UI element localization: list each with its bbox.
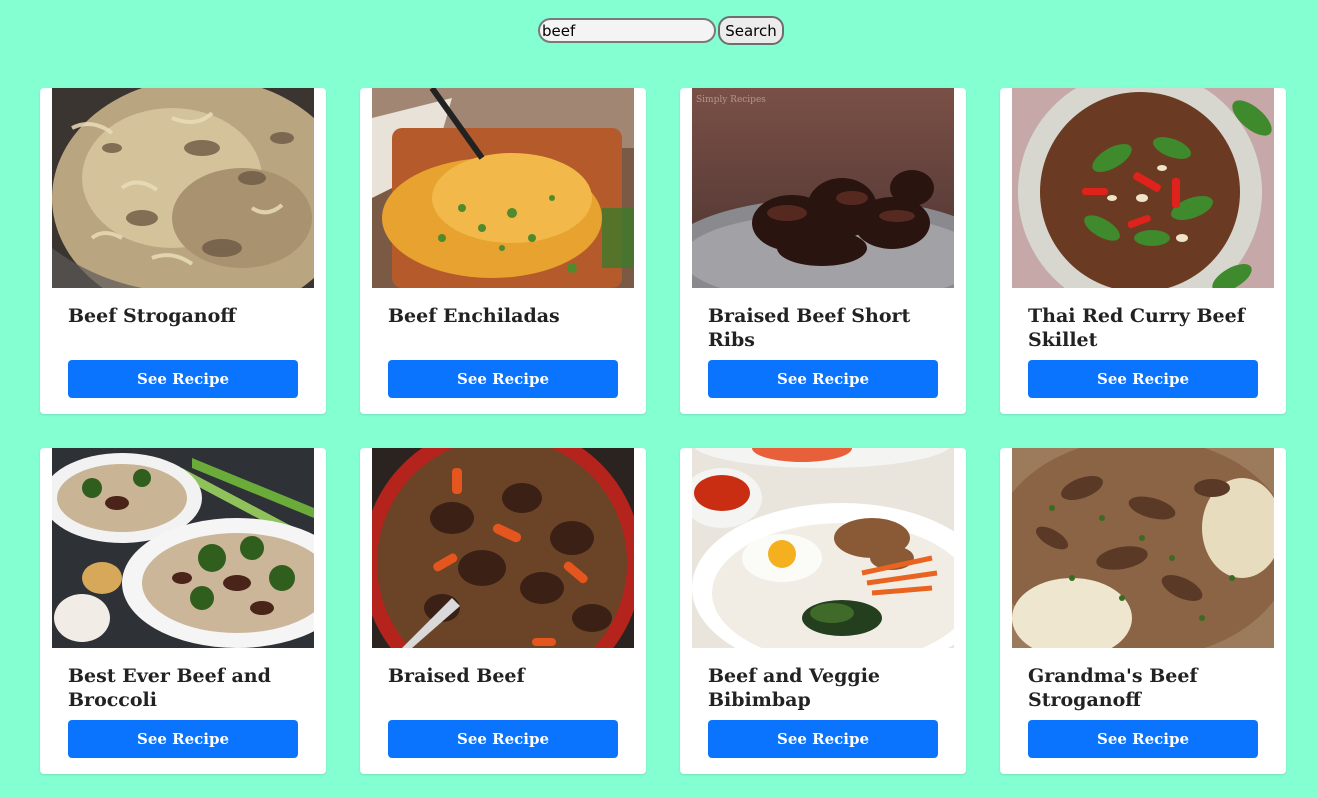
recipe-image-thai-red-curry-beef-skillet[interactable] [1012,88,1274,288]
image-watermark: Simply Recipes [696,95,766,105]
see-recipe-button[interactable]: See Recipe [68,360,298,398]
see-recipe-button[interactable]: See Recipe [388,360,618,398]
recipe-image [372,88,634,288]
recipe-title: Thai Red Curry Beef Skillet [1028,305,1245,351]
recipe-image-best-ever-beef-and-broccoli[interactable] [52,448,314,648]
recipe-card: Braised Beef See Recipe [360,448,646,774]
see-recipe-button[interactable]: See Recipe [708,720,938,758]
recipe-title: Beef Enchiladas [388,305,560,327]
recipe-card: Beef Stroganoff See Recipe [40,88,326,414]
search-input[interactable] [538,18,716,43]
see-recipe-button[interactable]: See Recipe [68,720,298,758]
recipe-card: Beef Enchiladas See Recipe [360,88,646,414]
recipe-title: Grandma's Beef Stroganoff [1028,665,1198,711]
recipe-card: Grandma's Beef Stroganoff See Recipe [1000,448,1286,774]
recipe-image-beef-enchiladas[interactable] [372,88,634,288]
recipe-title: Best Ever Beef and Broccoli [68,665,271,711]
search-button[interactable]: Search [718,16,784,45]
see-recipe-button[interactable]: See Recipe [1028,720,1258,758]
recipe-image [52,88,314,288]
recipe-title: Braised Beef [388,665,525,687]
recipe-title: Beef Stroganoff [68,305,236,327]
recipe-image [372,448,634,648]
recipe-title: Beef and Veggie Bibimbap [708,665,881,711]
recipe-card: Best Ever Beef and Broccoli See Recipe [40,448,326,774]
recipe-title: Braised Beef Short Ribs [708,305,911,351]
recipe-image-beef-and-veggie-bibimbap[interactable] [692,448,954,648]
search-bar: Search [538,16,784,45]
see-recipe-button[interactable]: See Recipe [1028,360,1258,398]
recipe-image-braised-beef[interactable] [372,448,634,648]
see-recipe-button[interactable]: See Recipe [388,720,618,758]
recipe-image [52,448,314,648]
recipe-image: Simply Recipes [692,88,954,288]
recipe-card: Beef and Veggie Bibimbap See Recipe [680,448,966,774]
recipe-image [692,448,954,648]
recipe-image-grandmas-beef-stroganoff[interactable] [1012,448,1274,648]
recipe-image [1012,88,1274,288]
recipe-image [1012,448,1274,648]
recipe-card: Simply Recipes Braised Beef Short Ribs S… [680,88,966,414]
see-recipe-button[interactable]: See Recipe [708,360,938,398]
recipe-image-beef-stroganoff[interactable] [52,88,314,288]
recipe-image-braised-beef-short-ribs[interactable]: Simply Recipes [692,88,954,288]
recipe-card: Thai Red Curry Beef Skillet See Recipe [1000,88,1286,414]
recipe-grid: Beef Stroganoff See Recipe Beef Enchilad… [40,88,1286,774]
